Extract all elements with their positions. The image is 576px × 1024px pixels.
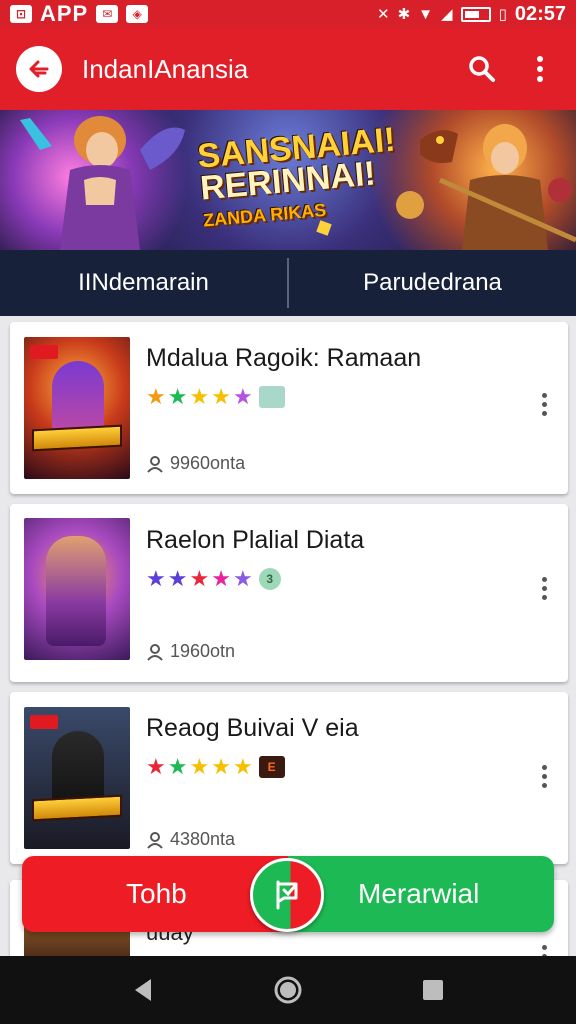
card-more-button[interactable] (532, 568, 556, 608)
star-rating: ★ ★ ★ ★ ★ 3 (146, 568, 281, 590)
player-count: 1960otn (146, 641, 235, 662)
search-icon (469, 56, 495, 82)
star-icon: ★ (189, 754, 210, 779)
dot (541, 594, 547, 600)
app-bar: IndanIAnansia (0, 28, 576, 110)
star-icon: ★ (189, 566, 210, 591)
signal-icon: ◢ (441, 6, 453, 23)
left-action-label: Tohb (126, 878, 187, 909)
person-icon (147, 831, 163, 849)
nav-home-button[interactable] (266, 968, 310, 1012)
star-icon: ★ (211, 566, 231, 591)
search-button[interactable] (462, 49, 502, 89)
status-time: 02:57 (514, 2, 566, 25)
nav-back-icon (134, 979, 151, 1001)
tab-first[interactable]: IINdemarain (0, 250, 287, 316)
dot (541, 945, 547, 950)
game-title: Mdalua Ragoik: Ramaan (146, 344, 422, 372)
bottom-action-bar: Tohb Merarwial (22, 856, 554, 932)
dot (541, 773, 547, 779)
nav-recents-icon (423, 980, 444, 1000)
rating-badge (258, 386, 285, 408)
dot (541, 410, 547, 416)
dot (541, 764, 547, 770)
center-fab-button[interactable] (250, 858, 324, 932)
mute-icon: ✕ (377, 6, 390, 23)
dot (541, 585, 547, 591)
nav-recents-button[interactable] (411, 968, 455, 1012)
game-thumbnail (24, 518, 130, 660)
notification-icon: ⊡ (10, 5, 32, 23)
thumbnail-tag (30, 345, 58, 359)
rating-badge: 3 (258, 568, 281, 590)
star-icon: ★ (211, 384, 231, 409)
more-vert-icon (537, 56, 543, 82)
overflow-menu-button[interactable] (520, 49, 560, 89)
game-title: Reaog Buivai V eia (146, 714, 359, 742)
card-more-button[interactable] (532, 756, 556, 796)
star-rating: ★ ★ ★ ★ ★ E (146, 756, 285, 778)
player-count: 4380nta (146, 829, 235, 850)
game-card[interactable]: Reaog Buivai V eia ★ ★ ★ ★ ★ E 4380nta (10, 692, 568, 864)
player-count-text: 9960onta (170, 453, 246, 473)
thumbnail-figure (46, 536, 106, 646)
page-title: IndanIAnansia (82, 53, 249, 84)
banner-title: SANSNAIAI! RERINNAI! ZANDA RIKAS (196, 121, 402, 237)
thumbnail-banner (32, 424, 122, 452)
player-count-text: 4380nta (170, 829, 236, 849)
tab-bar: IINdemarain Parudedrana (0, 250, 576, 316)
person-icon (147, 643, 163, 661)
bluetooth-icon: ✱ (397, 6, 411, 23)
star-icon: ★ (146, 566, 166, 591)
left-action-button[interactable]: Tohb (22, 856, 288, 932)
person-icon (147, 455, 163, 473)
status-left: ⊡ APP ✉ ◈ (10, 1, 149, 27)
nav-home-icon (274, 976, 302, 1004)
star-icon: ★ (167, 754, 188, 779)
thumbnail-banner (32, 794, 122, 822)
battery-icon (460, 6, 491, 22)
promo-banner[interactable]: SANSNAIAI! RERINNAI! ZANDA RIKAS (0, 110, 576, 250)
game-notification-icon: ◈ (126, 5, 149, 23)
card-more-button[interactable] (532, 384, 556, 424)
dot (541, 576, 547, 582)
dot (541, 401, 547, 407)
star-icon: ★ (167, 384, 188, 409)
back-arrow-icon (29, 60, 49, 78)
game-card[interactable]: Mdalua Ragoik: Ramaan ★ ★ ★ ★ ★ 9960onta (10, 322, 568, 494)
game-thumbnail (24, 337, 130, 479)
wifi-icon: ▼ (418, 5, 434, 23)
system-nav-bar (0, 956, 576, 1024)
dot (541, 782, 547, 788)
back-button[interactable] (16, 46, 62, 92)
player-count: 9960onta (146, 453, 245, 474)
status-bar: ⊡ APP ✉ ◈ ✕ ✱ ▼ ◢ ▯ 02:57 (0, 0, 576, 28)
right-action-button[interactable]: Merarwial (288, 856, 554, 932)
star-rating: ★ ★ ★ ★ ★ (146, 386, 285, 408)
star-icon: ★ (167, 566, 188, 591)
player-count-text: 1960otn (170, 641, 236, 661)
game-thumbnail (24, 707, 130, 849)
status-right: ✕ ✱ ▼ ◢ ▯ 02:57 (377, 3, 566, 26)
game-card[interactable]: Raelon Plalial Diata ★ ★ ★ ★ ★ 3 1960otn (10, 504, 568, 682)
star-icon: ★ (232, 754, 253, 779)
flag-chat-icon (276, 880, 298, 910)
mail-icon: ✉ (96, 5, 119, 23)
sim-icon: ▯ (498, 6, 507, 23)
star-icon: ★ (146, 754, 166, 779)
star-icon: ★ (232, 566, 253, 591)
star-icon: ★ (189, 384, 210, 409)
rating-badge: E (258, 756, 285, 778)
thumbnail-tag (30, 715, 58, 729)
star-icon: ★ (146, 384, 166, 409)
dot (541, 392, 547, 398)
star-icon: ★ (232, 384, 253, 409)
tab-second[interactable]: Parudedrana (289, 250, 576, 316)
right-action-label: Merarwial (358, 878, 480, 909)
game-title: Raelon Plalial Diata (146, 526, 365, 554)
status-app-label: APP (40, 1, 89, 26)
nav-back-button[interactable] (121, 968, 165, 1012)
star-icon: ★ (211, 754, 231, 779)
